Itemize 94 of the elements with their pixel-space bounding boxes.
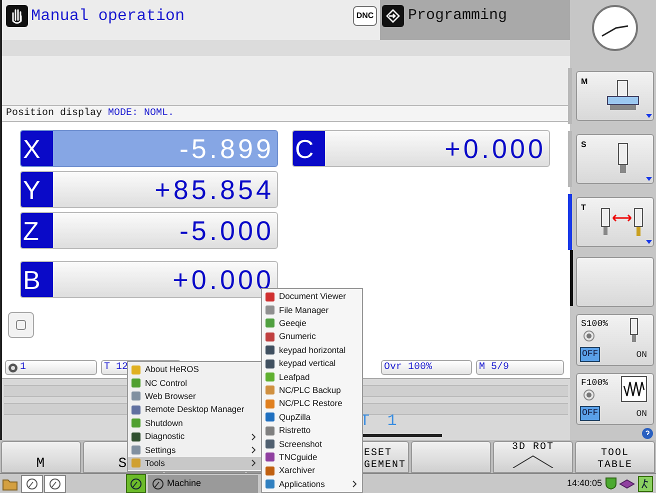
hand-icon	[6, 5, 28, 27]
window-button[interactable]: Machine	[148, 474, 258, 492]
menu-item[interactable]: File Manager	[262, 303, 362, 317]
tile-icon	[131, 378, 141, 388]
dial-icon	[8, 362, 18, 372]
menu-item[interactable]: Diagnostic	[128, 430, 261, 444]
on-toggle[interactable]: ON	[635, 348, 648, 362]
off-toggle[interactable]: OFF	[580, 346, 600, 362]
axis-display: Y +85.854	[20, 171, 278, 208]
softkey[interactable]: M	[1, 441, 81, 473]
menu-item[interactable]: NC/PLC Restore	[262, 397, 362, 411]
gauge-icon	[152, 478, 164, 490]
taskbar-button[interactable]	[21, 474, 43, 492]
gauge-icon	[26, 478, 38, 490]
caret-icon	[646, 177, 652, 181]
function-button[interactable]: S	[576, 134, 654, 184]
tile-icon	[131, 391, 141, 402]
menu-item[interactable]: keypad vertical	[262, 356, 362, 370]
override-label: S100%	[581, 318, 608, 331]
knob-icon	[583, 330, 595, 342]
tile-icon	[265, 358, 275, 369]
tile-icon	[265, 292, 275, 302]
spindle-icon	[617, 143, 629, 173]
enter-icon	[382, 5, 404, 27]
status-field: M 5/9	[476, 360, 564, 375]
tile-icon	[131, 458, 141, 468]
function-button[interactable]: T	[576, 197, 654, 247]
mode-label: MODE: NOML.	[108, 107, 174, 121]
menu-item[interactable]: NC Control	[128, 376, 261, 390]
tile-icon	[131, 404, 141, 415]
clock-icon	[590, 3, 640, 53]
menu-item[interactable]: QupZilla	[262, 410, 362, 424]
tile-icon	[265, 385, 275, 396]
caret-icon	[646, 240, 652, 244]
tile-icon	[265, 466, 275, 476]
book-icon	[619, 478, 635, 490]
on-toggle[interactable]: ON	[635, 408, 648, 421]
menu-item[interactable]: Shutdown	[128, 416, 261, 430]
function-button[interactable]: M	[576, 71, 654, 121]
tile-icon	[265, 345, 275, 356]
menu-item[interactable]: keypad horizontal	[262, 344, 362, 357]
tile-icon	[265, 398, 275, 409]
tile-icon	[131, 432, 141, 442]
axis-display: C +0.000	[292, 130, 550, 167]
axis-display: B +0.000	[20, 261, 278, 298]
zigzag-icon	[621, 376, 647, 402]
tile-icon	[131, 364, 141, 375]
tile-icon	[265, 372, 275, 382]
shield-icon	[605, 477, 617, 490]
gauge-icon	[130, 478, 142, 490]
tile-icon	[265, 438, 275, 449]
menu-item[interactable]: Geeqie	[262, 316, 362, 330]
menu-item[interactable]: Leafpad	[262, 370, 362, 384]
tool-change-icon	[601, 208, 643, 236]
tile-icon	[265, 452, 275, 462]
help-icon	[642, 428, 653, 439]
menu-item[interactable]: Ristretto	[262, 424, 362, 438]
spindle-icon	[629, 318, 639, 342]
tile-icon	[265, 412, 275, 422]
menu-item[interactable]: Tools	[128, 456, 261, 470]
tile-icon	[265, 426, 275, 436]
machine-table-icon	[607, 80, 639, 110]
square-icon	[15, 319, 27, 331]
tile-icon	[265, 305, 275, 316]
softkey[interactable]: TOOL TABLE	[575, 441, 655, 473]
clock-time: 14:40:05	[566, 476, 602, 490]
tile-icon	[131, 445, 141, 456]
tile-icon	[265, 332, 275, 342]
status-field: 1	[5, 360, 97, 375]
caret-icon	[646, 114, 652, 118]
gauge-icon	[49, 478, 61, 490]
menu-item[interactable]: Web Browser	[128, 390, 261, 404]
small-square-button[interactable]	[8, 312, 34, 338]
position-display-label: Position display	[6, 106, 102, 121]
tile-icon	[265, 479, 275, 490]
mode-title: Manual operation	[31, 6, 186, 27]
softkey[interactable]: 3D ROT	[493, 441, 573, 473]
tile-icon	[265, 318, 275, 328]
menu-item[interactable]: Gnumeric	[262, 330, 362, 344]
programming-tab[interactable]: Programming	[380, 0, 570, 40]
folder-icon	[2, 476, 18, 490]
axis-display: Z -5.000	[20, 212, 278, 249]
exit-icon	[638, 476, 653, 492]
tile-icon	[131, 418, 141, 428]
dnc-badge: DNC	[353, 6, 377, 26]
axis-display: X -5.899	[20, 130, 278, 167]
menu-item[interactable]: Applications	[262, 477, 362, 491]
override-label: F100%	[581, 377, 608, 390]
knob-icon	[583, 389, 595, 401]
taskbar-button[interactable]	[44, 474, 66, 492]
menu-item[interactable]: About HeROS	[128, 363, 261, 376]
status-field: Ovr 100%	[381, 360, 472, 375]
launcher-button[interactable]	[126, 474, 146, 493]
off-toggle[interactable]: OFF	[580, 406, 600, 421]
